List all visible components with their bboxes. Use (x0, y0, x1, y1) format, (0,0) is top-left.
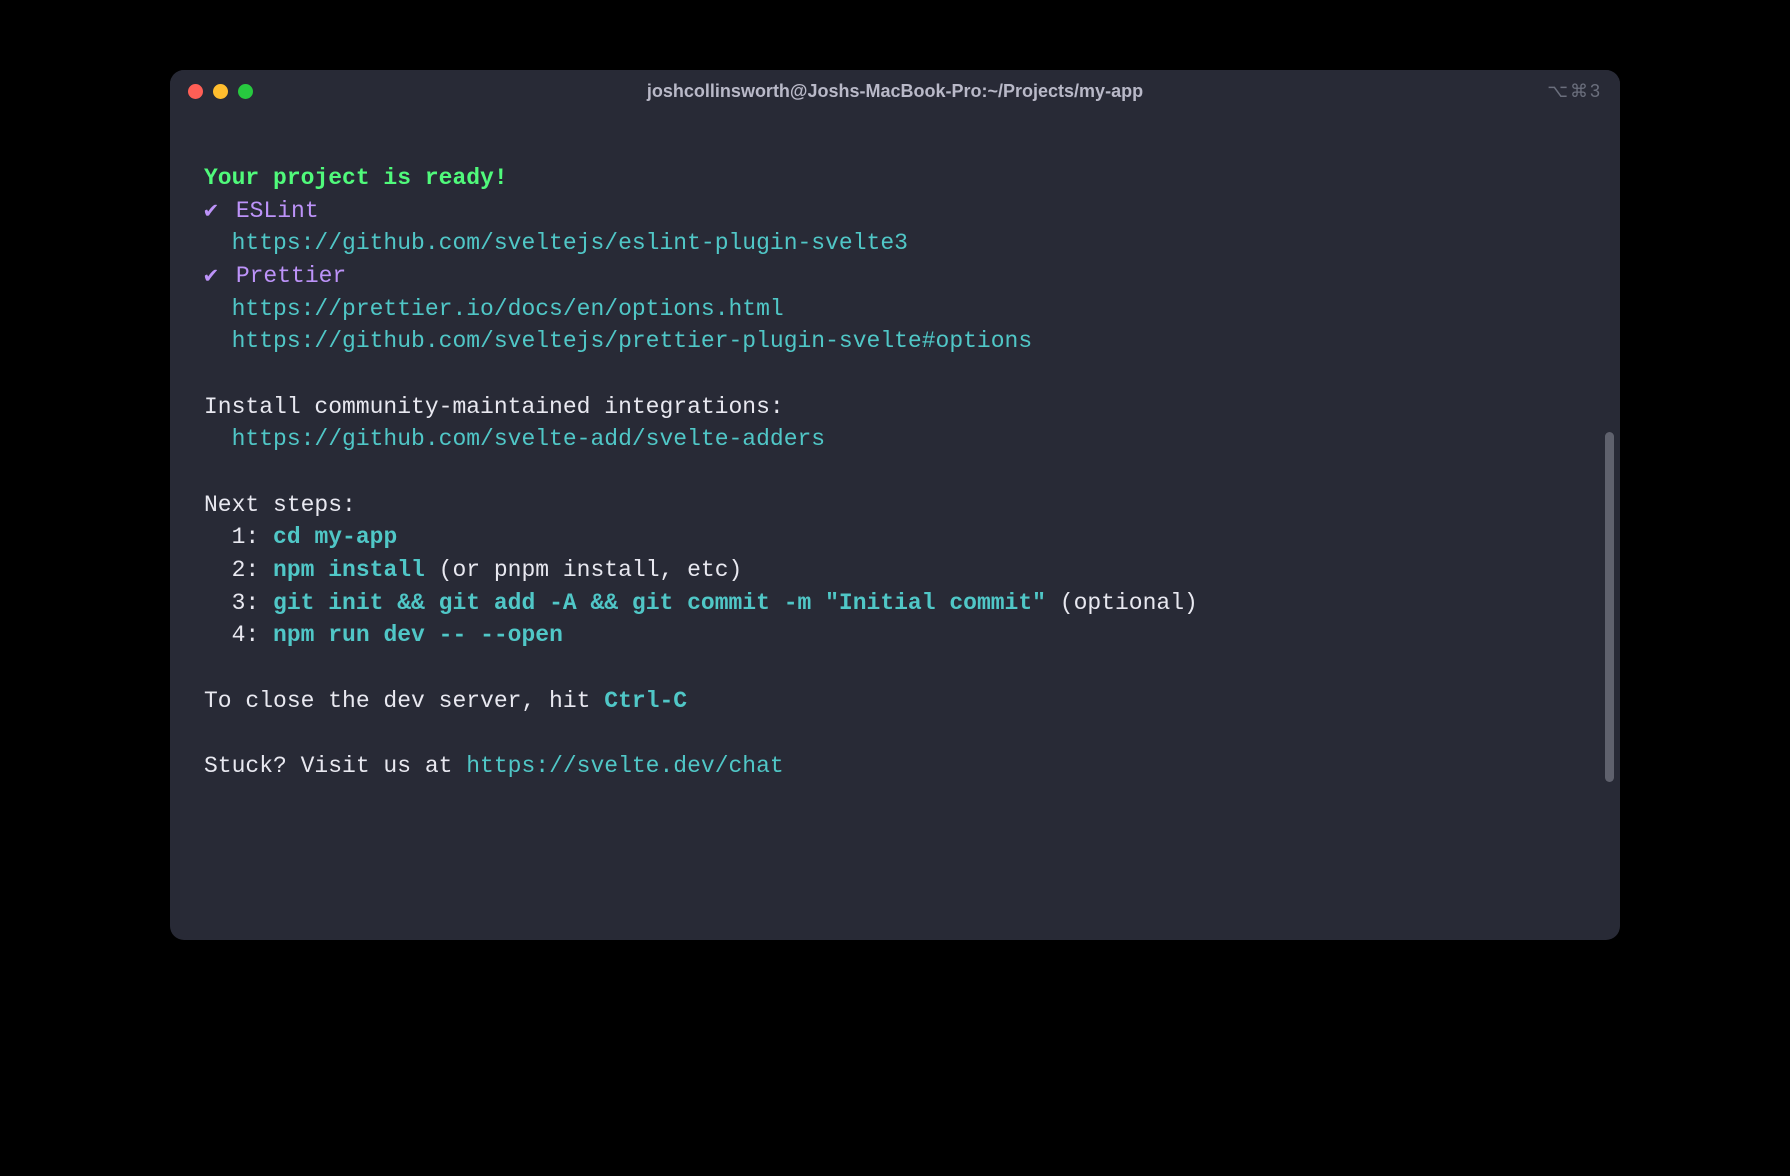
install-community-label: Install community-maintained integration… (204, 394, 784, 420)
scrollbar[interactable] (1605, 432, 1614, 782)
stuck-text: Stuck? Visit us at (204, 753, 466, 779)
close-button[interactable] (188, 84, 203, 99)
step-num: 2: (232, 557, 260, 583)
tool-name-prettier: Prettier (236, 263, 346, 289)
close-server-text: To close the dev server, hit (204, 688, 604, 714)
minimize-button[interactable] (213, 84, 228, 99)
traffic-lights (188, 84, 253, 99)
step-cmd: git init && git add -A && git commit -m … (273, 590, 1046, 616)
shortcut-indicator: ⌥⌘3 (1547, 81, 1602, 102)
title-bar: joshcollinsworth@Joshs-MacBook-Pro:~/Pro… (170, 70, 1620, 112)
tool-name-eslint: ESLint (236, 198, 319, 224)
next-steps-label: Next steps: (204, 492, 356, 518)
step-num: 1: (232, 524, 260, 550)
stuck-link: https://svelte.dev/chat (466, 753, 783, 779)
maximize-button[interactable] (238, 84, 253, 99)
step-suffix: (optional) (1046, 590, 1198, 616)
step-num: 4: (232, 622, 260, 648)
terminal-window: joshcollinsworth@Joshs-MacBook-Pro:~/Pro… (170, 70, 1620, 940)
step-suffix: (or pnpm install, etc) (425, 557, 742, 583)
terminal-output[interactable]: Your project is ready! ✔ ESLint https://g… (170, 112, 1620, 940)
check-icon: ✔ (204, 195, 222, 228)
close-server-key: Ctrl-C (604, 688, 687, 714)
step-cmd: npm run dev -- --open (273, 622, 563, 648)
step-num: 3: (232, 590, 260, 616)
install-community-link: https://github.com/svelte-add/svelte-add… (232, 426, 826, 452)
tool-link: https://prettier.io/docs/en/options.html (232, 296, 784, 322)
tool-link: https://github.com/sveltejs/eslint-plugi… (232, 230, 908, 256)
window-title: joshcollinsworth@Joshs-MacBook-Pro:~/Pro… (170, 81, 1620, 102)
step-cmd: npm install (273, 557, 425, 583)
tool-link: https://github.com/sveltejs/prettier-plu… (232, 328, 1033, 354)
ready-heading: Your project is ready! (204, 165, 508, 191)
check-icon: ✔ (204, 260, 222, 293)
step-cmd: cd my-app (273, 524, 397, 550)
